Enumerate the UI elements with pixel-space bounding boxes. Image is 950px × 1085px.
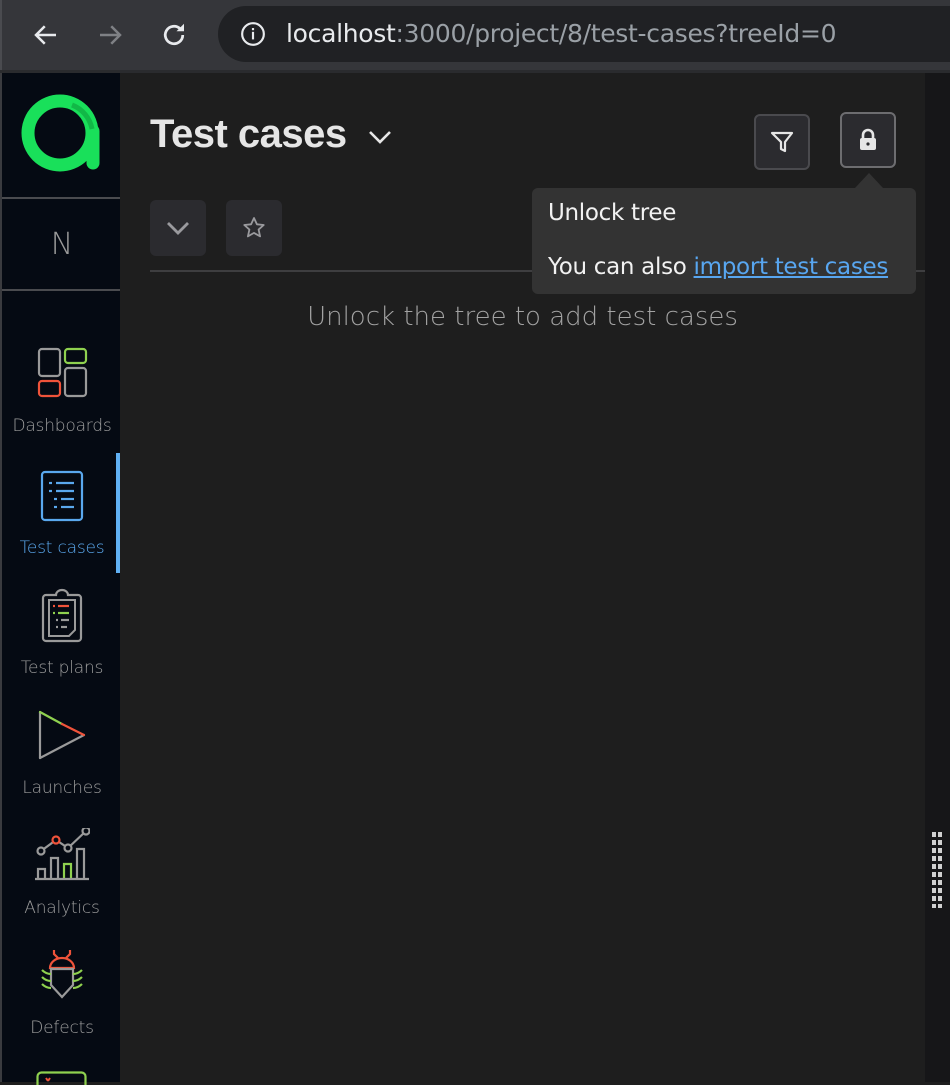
analytics-icon <box>34 828 90 884</box>
url-path: :3000/project/8/test-cases?treeId=0 <box>396 19 837 48</box>
sidebar-item-label: Dashboards <box>2 416 122 436</box>
sidebar-item-analytics[interactable]: Analytics <box>2 828 122 948</box>
info-icon[interactable] <box>240 21 266 47</box>
sidebar-item-defects[interactable]: Defects <box>2 948 122 1068</box>
expand-collapse-button[interactable] <box>150 200 206 256</box>
chevron-down-icon[interactable] <box>366 126 394 148</box>
arrow-left-icon <box>31 20 61 50</box>
url-text: localhost:3000/project/8/test-cases?tree… <box>286 19 836 48</box>
defects-icon <box>34 948 90 1004</box>
dashboards-icon <box>34 346 90 402</box>
app-logo-icon[interactable] <box>20 91 104 175</box>
chevron-down-icon <box>165 215 191 241</box>
favorites-button[interactable] <box>226 200 282 256</box>
sidebar-item-label: Analytics <box>2 898 122 918</box>
tooltip-title: Unlock tree <box>548 200 676 226</box>
star-icon <box>241 215 267 241</box>
sidebar-divider <box>2 197 122 199</box>
more-nav-icon[interactable] <box>36 1071 88 1085</box>
reload-icon <box>159 20 189 50</box>
sidebar-item-test-cases[interactable]: Test cases <box>2 468 122 588</box>
tooltip-prefix: You can also <box>548 254 694 280</box>
project-switcher[interactable]: N <box>2 227 122 262</box>
filter-button[interactable] <box>754 114 810 170</box>
resize-handle[interactable] <box>932 832 942 908</box>
lock-icon <box>855 127 881 153</box>
launches-icon <box>34 708 90 764</box>
browser-toolbar: localhost:3000/project/8/test-cases?tree… <box>0 0 950 70</box>
sidebar: N Dashboards Test cases <box>0 73 120 1082</box>
empty-state-message: Unlock the tree to add test cases <box>150 302 895 332</box>
address-bar[interactable]: localhost:3000/project/8/test-cases?tree… <box>218 6 950 62</box>
page-title[interactable]: Test cases <box>150 112 347 157</box>
scrollbar-track[interactable] <box>925 73 950 1082</box>
tooltip-arrow <box>855 173 883 188</box>
test-plans-icon <box>34 588 90 644</box>
sidebar-item-label: Test cases <box>2 538 122 558</box>
import-test-cases-link[interactable]: import test cases <box>694 254 889 280</box>
sidebar-item-label: Test plans <box>2 658 122 678</box>
filter-icon <box>769 129 795 155</box>
sidebar-item-dashboards[interactable]: Dashboards <box>2 346 122 466</box>
lock-tree-button[interactable] <box>840 112 896 168</box>
forward-button[interactable] <box>92 17 128 53</box>
sidebar-divider <box>2 289 122 291</box>
sidebar-item-label: Defects <box>2 1018 122 1038</box>
unlock-tree-tooltip: Unlock tree You can also import test cas… <box>532 188 916 294</box>
sidebar-item-launches[interactable]: Launches <box>2 708 122 828</box>
test-cases-icon <box>34 468 90 524</box>
arrow-right-icon <box>95 20 125 50</box>
url-host: localhost <box>286 19 396 48</box>
tooltip-body: You can also import test cases <box>548 254 888 280</box>
back-button[interactable] <box>28 17 64 53</box>
sidebar-item-test-plans[interactable]: Test plans <box>2 588 122 708</box>
sidebar-item-label: Launches <box>2 778 122 798</box>
reload-button[interactable] <box>156 17 192 53</box>
